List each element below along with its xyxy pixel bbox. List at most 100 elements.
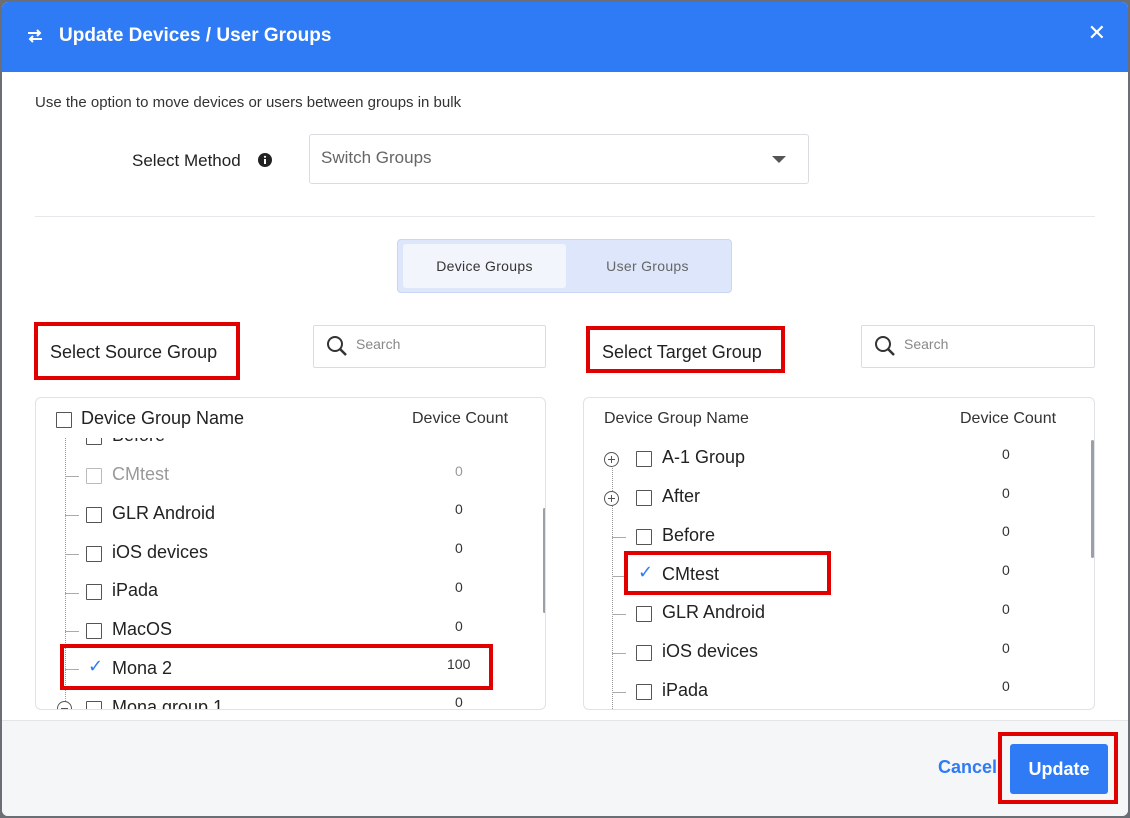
source-row[interactable]: Mona group 1 <box>86 695 386 710</box>
info-icon[interactable] <box>258 153 272 167</box>
row-label: After <box>662 486 701 506</box>
row-count: 0 <box>1002 601 1010 617</box>
row-checkbox[interactable] <box>86 623 102 639</box>
tree-branch <box>612 614 626 615</box>
tab-device-groups[interactable]: Device Groups <box>403 244 566 288</box>
row-checkbox[interactable] <box>86 507 102 523</box>
row-count: 0 <box>1002 678 1010 694</box>
row-checkbox[interactable] <box>636 490 652 506</box>
dialog-title: Update Devices / User Groups <box>59 25 332 46</box>
target-group-label: Select Target Group <box>586 326 785 373</box>
source-row[interactable]: GLR Android <box>86 501 386 531</box>
target-row[interactable]: A-1 Group <box>636 445 936 475</box>
target-col-count: Device Count <box>960 410 1057 427</box>
row-checkbox[interactable] <box>86 584 102 600</box>
search-icon <box>327 336 347 356</box>
row-count: 0 <box>1002 446 1010 462</box>
row-count: 0 <box>455 540 463 556</box>
collapse-icon[interactable] <box>57 701 72 709</box>
target-row[interactable]: GLR Android <box>636 600 936 630</box>
source-search-input[interactable] <box>356 336 526 352</box>
group-type-toggle: Device Groups User Groups <box>397 239 732 293</box>
row-label: iOS devices <box>662 641 759 661</box>
expand-icon[interactable] <box>604 452 619 467</box>
source-row[interactable]: CMtest <box>86 462 386 492</box>
target-row[interactable]: iOS devices <box>636 639 936 669</box>
source-search[interactable] <box>313 325 546 368</box>
swap-icon <box>28 29 42 43</box>
row-label: CMtest <box>112 464 170 484</box>
row-checkbox[interactable] <box>636 645 652 661</box>
row-label: iPada <box>662 680 709 700</box>
method-select-value: Switch Groups <box>321 148 432 167</box>
tree-branch <box>65 515 79 516</box>
row-label: iOS devices <box>112 542 209 562</box>
select-all-checkbox[interactable] <box>56 412 72 428</box>
update-button[interactable]: Update <box>1010 744 1108 794</box>
row-count: 0 <box>455 694 463 710</box>
target-row[interactable]: After <box>636 484 936 514</box>
update-button-highlight: Update <box>998 732 1118 804</box>
search-icon <box>875 336 895 356</box>
target-group-label-text: Select Target Group <box>602 342 762 362</box>
source-col-name: Device Group Name <box>81 408 245 428</box>
divider <box>35 216 1095 217</box>
source-row[interactable]: iPada <box>86 578 386 608</box>
row-checkbox[interactable] <box>636 529 652 545</box>
row-count: 0 <box>455 618 463 634</box>
tree-branch <box>612 537 626 538</box>
target-scrollbar[interactable] <box>1091 440 1094 558</box>
update-groups-dialog: Update Devices / User Groups ✕ Use the o… <box>2 2 1128 816</box>
source-row[interactable]: MacOS <box>86 617 386 647</box>
tree-branch <box>612 692 626 693</box>
tree-branch <box>65 631 79 632</box>
target-search-input[interactable] <box>904 336 1074 352</box>
row-count: 0 <box>455 579 463 595</box>
row-checkbox[interactable] <box>86 468 102 484</box>
chevron-down-icon <box>772 156 786 163</box>
target-col-name: Device Group Name <box>604 410 749 427</box>
select-method-label: Select Method <box>132 151 241 170</box>
target-search[interactable] <box>861 325 1095 368</box>
dialog-header: Update Devices / User Groups ✕ <box>2 2 1128 72</box>
close-icon[interactable]: ✕ <box>1088 22 1106 44</box>
row-label: GLR Android <box>112 503 216 523</box>
row-label: Before <box>662 525 716 545</box>
tree-branch <box>65 554 79 555</box>
tree-branch <box>65 593 79 594</box>
tab-user-groups[interactable]: User Groups <box>566 244 729 288</box>
row-count: 0 <box>1002 562 1010 578</box>
row-label: iPada <box>112 580 159 600</box>
target-row[interactable]: iPada <box>636 678 936 708</box>
row-label: GLR Android <box>662 602 766 622</box>
expand-icon[interactable] <box>604 491 619 506</box>
row-label: Before <box>112 438 165 446</box>
target-row[interactable]: Before <box>636 523 936 553</box>
row-checkbox[interactable] <box>86 701 102 709</box>
row-count: 0 <box>1002 485 1010 501</box>
source-scrollbar[interactable] <box>543 508 545 613</box>
target-selection-highlight <box>624 551 831 595</box>
source-row[interactable]: Before <box>86 438 386 453</box>
row-label: MacOS <box>112 619 173 639</box>
row-count: 0 <box>1002 640 1010 656</box>
source-row[interactable]: iOS devices <box>86 540 386 570</box>
source-select-all[interactable]: Device Group Name <box>56 406 256 436</box>
row-checkbox[interactable] <box>636 451 652 467</box>
source-selection-highlight <box>60 644 493 690</box>
row-checkbox[interactable] <box>636 684 652 700</box>
method-select[interactable]: Switch Groups <box>309 134 809 184</box>
source-group-label-text: Select Source Group <box>50 342 218 362</box>
source-group-label: Select Source Group <box>34 322 240 380</box>
row-label: Mona group 1 <box>112 697 224 710</box>
tree-branch <box>612 653 626 654</box>
cancel-button[interactable]: Cancel <box>938 757 997 778</box>
row-count: 0 <box>455 463 463 479</box>
tree-branch <box>65 476 79 477</box>
row-checkbox[interactable] <box>86 438 102 445</box>
row-checkbox[interactable] <box>636 606 652 622</box>
source-col-count: Device Count <box>412 410 509 427</box>
row-count: 0 <box>1002 523 1010 539</box>
row-checkbox[interactable] <box>86 546 102 562</box>
row-label: A-1 Group <box>662 447 746 467</box>
